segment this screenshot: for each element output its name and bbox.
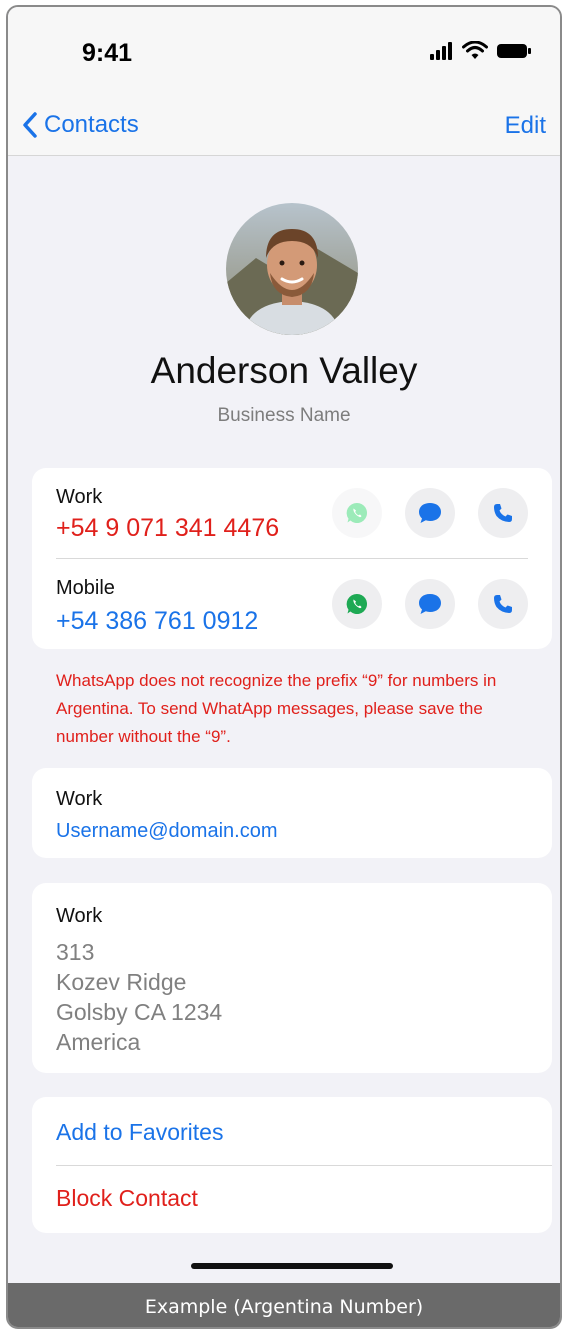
- phone-actions: [332, 579, 528, 629]
- address-line: America: [56, 1029, 141, 1055]
- whatsapp-icon: [346, 502, 368, 523]
- message-button[interactable]: [405, 488, 455, 538]
- signal-icon: [430, 42, 452, 60]
- wifi-icon: [462, 41, 488, 59]
- address-lines[interactable]: 313 Kozev Ridge Golsby CA 1234 America: [56, 937, 222, 1057]
- call-button[interactable]: [478, 579, 528, 629]
- whatsapp-button[interactable]: [332, 488, 382, 538]
- phones-card: Work +54 9 071 341 4476 Mobile +54 386 7…: [32, 468, 552, 649]
- chevron-left-icon: [23, 112, 37, 138]
- address-label: Work: [56, 905, 103, 927]
- phone-label: Mobile: [56, 577, 115, 599]
- status-time: 9:41: [82, 39, 133, 67]
- address-line: Kozev Ridge: [56, 969, 187, 995]
- actions-card: Add to Favorites Block Contact: [32, 1097, 552, 1233]
- message-icon: [419, 503, 441, 523]
- email-card: Work Username@domain.com: [32, 768, 552, 858]
- phone-number[interactable]: +54 386 761 0912: [56, 607, 258, 636]
- edit-button[interactable]: Edit: [505, 112, 546, 140]
- address-card: Work 313 Kozev Ridge Golsby CA 1234 Amer…: [32, 883, 552, 1073]
- phone-frame: 9:41 Contacts Edit Anderson Valley Busin…: [6, 5, 562, 1329]
- phone-row-work: Work +54 9 071 341 4476: [56, 468, 528, 558]
- whatsapp-warning: WhatsApp does not recognize the prefix “…: [56, 671, 497, 746]
- add-to-favorites-button[interactable]: Add to Favorites: [56, 1119, 223, 1146]
- phone-row-mobile: Mobile +54 386 761 0912: [56, 559, 528, 649]
- status-bar: 9:41: [8, 7, 560, 97]
- avatar: [226, 203, 358, 335]
- email-label: Work: [56, 788, 103, 810]
- address-line: Golsby CA 1234: [56, 999, 223, 1025]
- call-button[interactable]: [478, 488, 528, 538]
- phone-label: Work: [56, 486, 103, 508]
- avatar-photo: [226, 203, 358, 335]
- business-name: Business Name: [217, 405, 351, 426]
- message-button[interactable]: [405, 579, 455, 629]
- address-line: 313: [56, 939, 95, 965]
- status-icons: [430, 41, 532, 61]
- phone-actions: [332, 488, 528, 538]
- block-contact-button[interactable]: Block Contact: [56, 1185, 198, 1212]
- contact-name: Anderson Valley: [150, 350, 418, 391]
- back-button[interactable]: Contacts: [22, 111, 139, 139]
- back-label: Contacts: [44, 111, 139, 138]
- actions-divider: [56, 1165, 552, 1166]
- phone-number[interactable]: +54 9 071 341 4476: [56, 514, 279, 543]
- nav-bar: Contacts Edit: [8, 97, 560, 156]
- phone-icon: [494, 595, 512, 613]
- phone-icon: [494, 504, 512, 522]
- message-icon: [419, 594, 441, 614]
- whatsapp-button[interactable]: [332, 579, 382, 629]
- whatsapp-icon: [346, 593, 368, 614]
- battery-icon: [497, 44, 531, 58]
- home-indicator[interactable]: [191, 1263, 393, 1269]
- caption-banner: Example (Argentina Number): [8, 1283, 560, 1327]
- email-link[interactable]: Username@domain.com: [56, 820, 278, 843]
